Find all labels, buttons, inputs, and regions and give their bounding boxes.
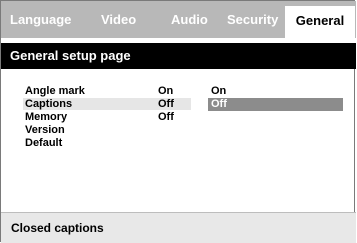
setting-value: Off	[158, 98, 174, 110]
tab-bar: Language Video Audio Security General	[1, 1, 356, 38]
tab-security[interactable]: Security	[227, 1, 278, 38]
setup-window: Language Video Audio Security General Ge…	[0, 0, 356, 243]
setting-label: Default	[25, 137, 63, 149]
option-off-selected[interactable]: Off	[208, 98, 343, 111]
tab-language[interactable]: Language	[10, 1, 71, 38]
status-bar: Closed captions	[1, 212, 356, 243]
tab-general[interactable]: General	[285, 6, 355, 38]
setting-row-default[interactable]: Default	[1, 137, 356, 150]
setting-label: Captions	[25, 98, 73, 110]
setting-row-version[interactable]: Version	[1, 124, 356, 137]
option-on[interactable]: On	[208, 85, 343, 98]
tab-audio[interactable]: Audio	[171, 1, 208, 38]
setting-row-memory[interactable]: Memory Off	[1, 111, 356, 124]
page-title: General setup page	[1, 43, 356, 69]
setting-value: On	[158, 85, 174, 97]
tab-video[interactable]: Video	[101, 1, 136, 38]
setting-label: Version	[25, 124, 65, 136]
setting-value: Off	[158, 111, 174, 123]
setting-label: Angle mark	[25, 85, 85, 97]
setting-label: Memory	[25, 111, 68, 123]
